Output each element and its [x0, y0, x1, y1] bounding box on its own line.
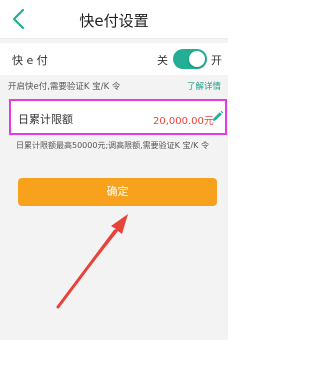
confirm-button[interactable]: 确定 — [18, 178, 217, 206]
verification-info-text: 开启快e付,需要验证K 宝/K 令 — [8, 82, 121, 92]
switch-knob — [189, 51, 205, 67]
limit-note: 日累计限额最高50000元;调高限额,需要验证K 宝/K 令 — [16, 141, 209, 150]
quick-pay-toggle-row: 快 e 付 关 开 — [0, 43, 228, 75]
pencil-icon[interactable] — [211, 110, 224, 123]
daily-limit-amount: 20,000.00元 — [153, 116, 214, 127]
learn-more-link[interactable]: 了解详情 — [187, 80, 221, 92]
daily-limit-row[interactable]: 日累计限额 20,000.00元 — [9, 99, 227, 135]
toggle-on-label: 开 — [211, 54, 222, 67]
quick-pay-label: 快 e 付 — [12, 54, 48, 67]
info-row: 开启快e付,需要验证K 宝/K 令 了解详情 — [0, 77, 228, 95]
phone-screen: 快e付设置 快 e 付 关 开 开启快e付,需要验证K 宝/K 令 了解详情 日… — [0, 0, 228, 340]
nav-bar: 快e付设置 — [0, 0, 228, 39]
quick-pay-switch[interactable] — [173, 49, 207, 69]
page-title: 快e付设置 — [79, 12, 149, 30]
toggle-off-label: 关 — [157, 54, 168, 67]
daily-limit-label: 日累计限额 — [18, 113, 73, 126]
